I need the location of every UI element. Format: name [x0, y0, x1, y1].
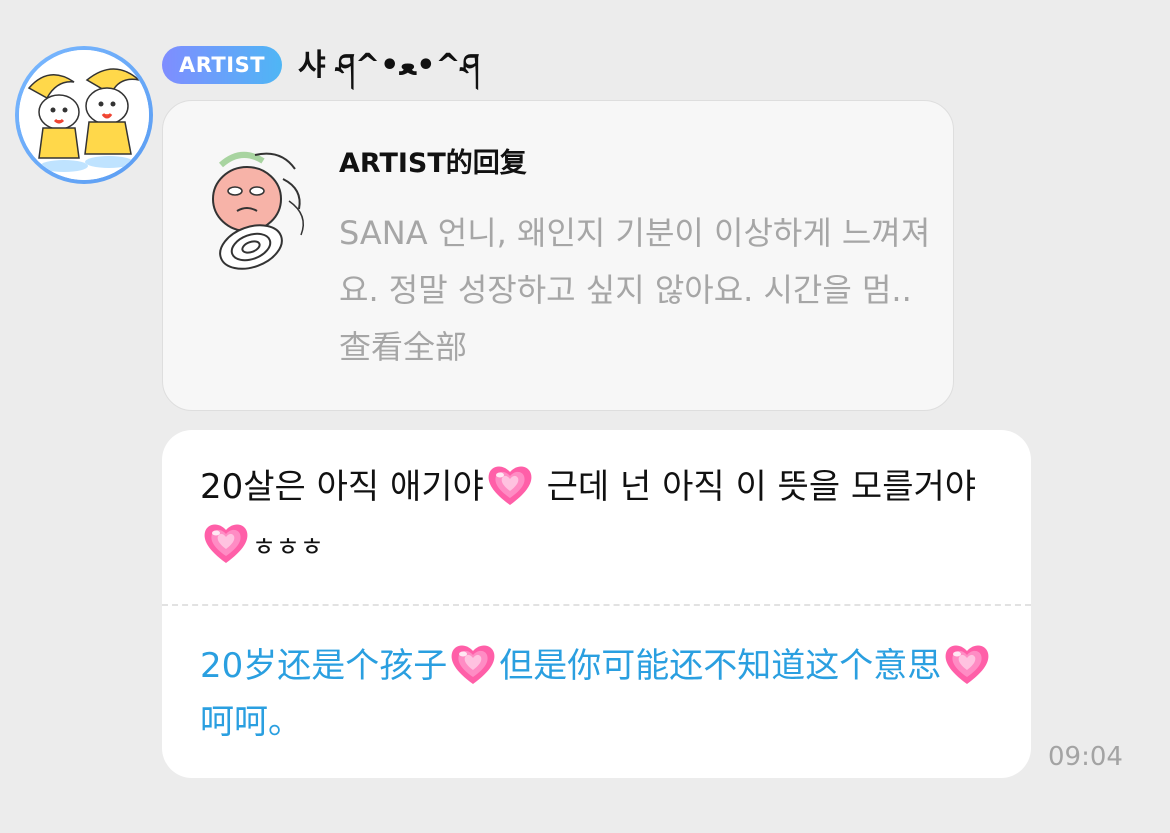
original-part-1: 20살은 아직 애기야: [200, 467, 484, 507]
sparkling-heart-icon: [486, 462, 534, 508]
sparkling-heart-icon: [202, 520, 250, 566]
reply-title: ARTIST的回复: [339, 148, 527, 179]
translation-divider: [162, 604, 1031, 606]
message-translation-text: 20岁还是个孩子 但是你可能还不知道这个意思呵呵。: [200, 638, 1010, 750]
message-original-text: 20살은 아직 애기야 근데 넌 아직 이 뜻을 모를거야 ㅎㅎㅎ: [200, 458, 1000, 577]
translation-part-3: 呵呵。: [200, 702, 302, 742]
sticker-icon: [191, 139, 331, 289]
view-all-link[interactable]: 查看全部: [339, 328, 467, 366]
reply-text: SANA 언니, 왜인지 기분이 이상하게 느껴져요. 정말 성장하고 싶지 않…: [339, 214, 931, 309]
avatar[interactable]: [15, 46, 153, 184]
translation-part-1: 20岁还是个孩子: [200, 646, 448, 686]
original-part-2: 근데 넌 아직 이 뜻을 모를거야: [535, 467, 977, 507]
artist-badge: ARTIST: [162, 46, 282, 84]
message-bubble[interactable]: 20살은 아직 애기야 근데 넌 아직 이 뜻을 모를거야 ㅎㅎㅎ 20岁还是个孩…: [162, 430, 1031, 778]
username[interactable]: 샤 ཤ^•ﻌ•^ཤ: [298, 44, 480, 88]
translation-part-2: 但是你可能还不知道这个意思: [499, 646, 942, 686]
reply-preview-text: SANA 언니, 왜인지 기분이 이상하게 느껴져요. 정말 성장하고 싶지 않…: [339, 205, 939, 376]
artist-reply-card[interactable]: ARTIST的回复 SANA 언니, 왜인지 기분이 이상하게 느껴져요. 정말…: [162, 100, 954, 411]
sparkling-heart-icon: [943, 641, 991, 687]
original-part-3: ㅎㅎㅎ: [252, 533, 324, 563]
sparkling-heart-icon: [449, 641, 497, 687]
message-timestamp: 09:04: [1048, 742, 1123, 772]
avatar-image: [19, 50, 149, 180]
